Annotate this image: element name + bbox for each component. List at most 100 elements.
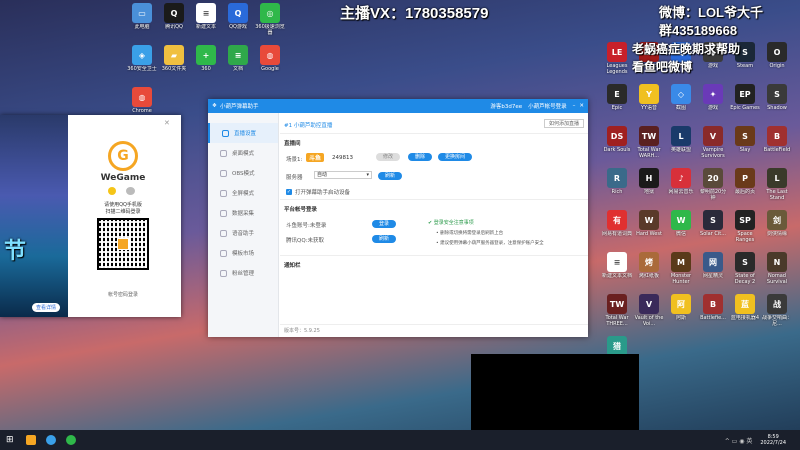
- clock[interactable]: 8:59 2022/7/24: [760, 434, 786, 446]
- startup-checkbox-row[interactable]: ✓ 打开弹幕助手启动设备: [286, 188, 350, 196]
- browser-taskbar-icon[interactable]: [45, 435, 56, 445]
- desktop-app-icon: H: [639, 168, 659, 188]
- desktop-icon[interactable]: LE Leagues Legends: [602, 42, 632, 75]
- tray-icons[interactable]: ^ ▭ ◉ 英: [725, 436, 753, 445]
- sidebar-item-2[interactable]: OBS模式: [208, 163, 278, 183]
- douyu-status: 未登录: [309, 223, 327, 229]
- desktop-app-icon: ▭: [132, 3, 152, 23]
- desktop-app-icon: ♪: [671, 168, 691, 188]
- desktop-icon[interactable]: Q QQ游戏: [223, 3, 253, 36]
- desktop-app-icon: V: [703, 126, 723, 146]
- server-select[interactable]: 自动 ▾: [314, 171, 372, 179]
- desktop-icon[interactable]: ▭ 此电脑: [127, 3, 157, 36]
- desktop-app-icon: O: [767, 42, 787, 62]
- sidebar-item-7[interactable]: 粉丝管理: [208, 263, 278, 283]
- desktop-icon[interactable]: M Monster Hunter: [666, 252, 696, 285]
- desktop-icon[interactable]: ≡ 新建文本文档: [602, 252, 632, 285]
- desktop-icon[interactable]: N Nomad Survival: [762, 252, 792, 285]
- desktop-icon[interactable]: SP Space Ranges: [730, 210, 760, 243]
- desktop-icon[interactable]: 剑剑侠情缘: [762, 210, 792, 243]
- desktop-icon-label: BattleField: [763, 147, 791, 153]
- desktop-icon[interactable]: Y YY语音: [634, 84, 664, 117]
- desktop-icon[interactable]: 网网星精灵: [698, 252, 728, 285]
- desktop-icon[interactable]: ◍ Google: [255, 45, 285, 78]
- checkbox-checked-icon[interactable]: ✓: [286, 189, 292, 195]
- sidebar-item-label: 全屏模式: [232, 191, 255, 197]
- desktop-icon[interactable]: 20 黎明前20分钟: [698, 168, 728, 201]
- desktop-icon[interactable]: EP Epic Games: [730, 84, 760, 117]
- desktop-icon-label: 此电脑: [134, 24, 150, 30]
- wegame-taskbar-icon[interactable]: [25, 435, 36, 445]
- douyu-login-button[interactable]: 登录: [372, 220, 397, 228]
- desktop-icon[interactable]: 战战争交响曲：尼...: [762, 294, 792, 327]
- change-room-button[interactable]: 更换房间: [438, 153, 473, 161]
- desktop-icon[interactable]: S Shadow: [762, 84, 792, 117]
- qr-code[interactable]: [97, 218, 149, 270]
- desktop-icon[interactable]: ◈ 360安全卫士: [127, 45, 157, 78]
- desktop-icon[interactable]: L 英雄联盟: [666, 126, 696, 159]
- delete-button[interactable]: 删除: [408, 153, 433, 161]
- qq-refresh-button[interactable]: 刷新: [372, 235, 397, 243]
- group-overlay: 群435189668: [659, 23, 738, 38]
- desktop-icon[interactable]: ≡ 新建文本: [191, 3, 221, 36]
- desktop-icon[interactable]: ◎ 360极速浏览器: [255, 3, 285, 36]
- qq-login-icon[interactable]: [108, 187, 116, 195]
- desktop-icon[interactable]: Q 腾讯QQ: [159, 3, 189, 36]
- desktop-icon-label: 英雄联盟: [670, 147, 691, 153]
- desktop-icon-label: Vampire Survivors: [701, 147, 725, 159]
- sidebar-item-4[interactable]: 数据采集: [208, 203, 278, 223]
- desktop-icon[interactable]: R Rich: [602, 168, 632, 201]
- checkbox-label: 打开弹幕助手启动设备: [295, 190, 351, 196]
- desktop-icon[interactable]: W 微信: [666, 210, 696, 243]
- desktop-icon[interactable]: ♪ 网易云音乐: [666, 168, 696, 201]
- edit-button[interactable]: 修改: [376, 153, 401, 161]
- sidebar-item-5[interactable]: 语音助手: [208, 223, 278, 243]
- sidebar-item-icon: [220, 249, 227, 257]
- desktop-icon[interactable]: V Vault of the Voi...: [634, 294, 664, 327]
- desktop-icon[interactable]: ◇ 截图: [666, 84, 696, 117]
- refresh-server-button[interactable]: 刷新: [378, 172, 403, 180]
- sidebar-item-6[interactable]: 模板市场: [208, 243, 278, 263]
- desktop-icon[interactable]: H 地狱: [634, 168, 664, 201]
- desktop-icon[interactable]: E Epic: [602, 84, 632, 117]
- windows-start-icon[interactable]: ⊞: [6, 435, 14, 445]
- minimize-icon[interactable]: –: [573, 103, 576, 109]
- desktop-icon[interactable]: W Hard West: [634, 210, 664, 243]
- desktop-icon[interactable]: TW Total War THREE...: [602, 294, 632, 327]
- desktop-icon[interactable]: L The Last Stand: [762, 168, 792, 201]
- breadcrumb: #1 小葫芦助控直播: [284, 123, 333, 129]
- app-taskbar-icon[interactable]: [65, 435, 76, 445]
- sidebar-item-label: 桌面模式: [232, 151, 255, 157]
- desktop-icon[interactable]: V Vampire Survivors: [698, 126, 728, 159]
- desktop-icon[interactable]: 烤烤红纸板: [634, 252, 664, 285]
- desktop-app-icon: LE: [607, 42, 627, 62]
- desktop-icon[interactable]: 阿阿斯: [666, 294, 696, 327]
- desktop-icon[interactable]: 蓝蓝电接机器4: [730, 294, 760, 327]
- sidebar-item-label: 粉丝管理: [232, 271, 255, 277]
- desktop-icon-label: The Last Stand: [766, 189, 788, 201]
- desktop-icon[interactable]: P 最后的页: [730, 168, 760, 201]
- sidebar-item-0[interactable]: 直播设置: [208, 123, 278, 143]
- desktop-icon[interactable]: S Solar Cit...: [698, 210, 728, 243]
- desktop-icon[interactable]: B Battlefie...: [698, 294, 728, 327]
- desktop-icon[interactable]: ✦ 游戏: [698, 84, 728, 117]
- desktop-icon[interactable]: DS Dark Souls: [602, 126, 632, 159]
- wegame-password-login[interactable]: 帐号密码登录: [90, 291, 156, 298]
- desktop-icon[interactable]: ▰ 360文件夹: [159, 45, 189, 78]
- wechat-login-icon[interactable]: [126, 187, 135, 195]
- desktop-icon[interactable]: O Origin: [762, 42, 792, 75]
- desktop-icon[interactable]: ≡ 文档: [223, 45, 253, 78]
- wegame-close-icon[interactable]: ✕: [164, 119, 170, 127]
- wegame-detail-button[interactable]: 查看详情: [32, 303, 61, 312]
- close-icon[interactable]: ✕: [579, 103, 584, 109]
- desktop-icon[interactable]: B BattleField: [762, 126, 792, 159]
- desktop-icon[interactable]: TW Total War WARH...: [634, 126, 664, 159]
- desktop-icon[interactable]: +360: [191, 45, 221, 78]
- desktop-icon[interactable]: 有网易有道词典: [602, 210, 632, 243]
- howto-button[interactable]: 如何添加直播: [543, 119, 584, 128]
- sidebar-item-1[interactable]: 桌面模式: [208, 143, 278, 163]
- desktop-icon[interactable]: S State of Decay 2: [730, 252, 760, 285]
- sidebar-item-3[interactable]: 全屏模式: [208, 183, 278, 203]
- desktop-icon[interactable]: S Slay: [730, 126, 760, 159]
- account-login-link[interactable]: 小葫芦帐号登录: [528, 102, 567, 110]
